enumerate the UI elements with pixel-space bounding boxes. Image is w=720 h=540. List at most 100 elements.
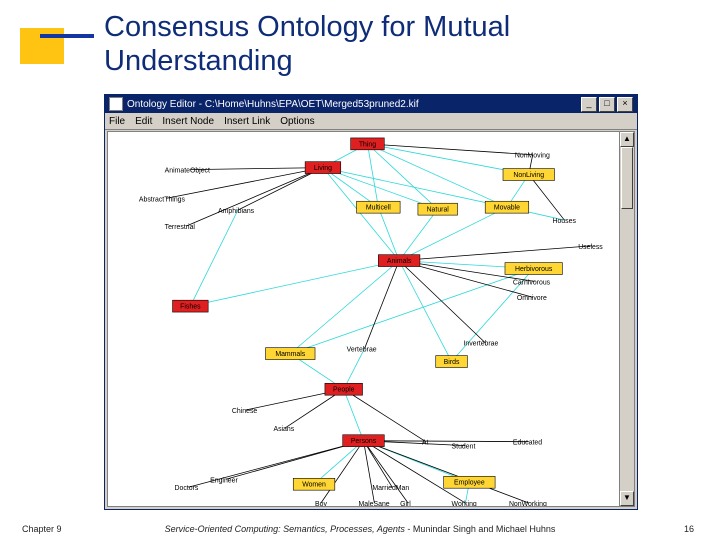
node-engineer[interactable]: Engineer xyxy=(210,477,238,484)
svg-text:Women: Women xyxy=(302,482,326,489)
menu-file[interactable]: File xyxy=(109,116,125,127)
minimize-button[interactable]: _ xyxy=(581,97,597,112)
svg-text:Useless: Useless xyxy=(578,244,603,251)
node-at[interactable]: At xyxy=(422,440,429,447)
node-useless[interactable]: Useless xyxy=(578,244,603,251)
node-vertebrae[interactable]: Vertebrae xyxy=(347,347,377,354)
node-boy[interactable]: Boy xyxy=(315,501,327,506)
menu-insert-link[interactable]: Insert Link xyxy=(224,116,270,127)
node-nonworking[interactable]: NonWorking xyxy=(509,501,547,506)
node-girl[interactable]: Girl xyxy=(400,501,411,506)
ontology-graph: Thing Living NonLiving NonMoving AnimateObje… xyxy=(108,132,620,506)
scroll-thumb[interactable] xyxy=(621,147,633,209)
svg-text:Invertebrae: Invertebrae xyxy=(463,341,498,348)
node-thing[interactable]: Thing xyxy=(351,138,385,150)
node-persons[interactable]: Persons xyxy=(343,435,385,447)
node-multicell[interactable]: Multicell xyxy=(357,201,401,213)
footer-authors: - Munindar Singh and Michael Huhns xyxy=(405,524,556,534)
svg-text:Asians: Asians xyxy=(273,426,294,433)
svg-text:Working: Working xyxy=(452,501,477,506)
svg-text:Movable: Movable xyxy=(494,205,520,212)
svg-text:Engineer: Engineer xyxy=(210,477,238,484)
node-student[interactable]: Student xyxy=(452,444,476,451)
svg-text:NonLiving: NonLiving xyxy=(513,172,544,179)
svg-text:Chinese: Chinese xyxy=(232,408,257,415)
node-living[interactable]: Living xyxy=(305,162,341,174)
svg-text:Boy: Boy xyxy=(315,501,327,506)
node-animals[interactable]: Animals xyxy=(378,255,420,267)
node-educated[interactable]: Educated xyxy=(513,440,542,447)
titlebar: Ontology Editor - C:\Home\Huhns\EPA\OET\… xyxy=(105,95,637,113)
svg-text:Birds: Birds xyxy=(444,359,460,366)
node-fishes[interactable]: Fishes xyxy=(173,300,209,312)
node-working[interactable]: Working xyxy=(452,501,477,506)
svg-text:Fishes: Fishes xyxy=(180,304,201,311)
node-movable[interactable]: Movable xyxy=(485,201,529,213)
svg-text:Girl: Girl xyxy=(400,501,411,506)
menu-options[interactable]: Options xyxy=(280,116,314,127)
svg-text:Vertebrae: Vertebrae xyxy=(347,347,377,354)
node-doctors[interactable]: Doctors xyxy=(175,485,199,492)
footer-book: Service-Oriented Computing: Semantics, P… xyxy=(0,524,720,534)
node-employee[interactable]: Employee xyxy=(444,476,495,488)
node-abstractthings[interactable]: AbstractThings xyxy=(139,196,186,203)
node-amphibians[interactable]: Amphibians xyxy=(218,208,255,215)
node-people[interactable]: People xyxy=(325,383,363,395)
svg-text:MarriedMan: MarriedMan xyxy=(372,485,409,492)
accent-bar xyxy=(40,34,94,38)
svg-text:Multicell: Multicell xyxy=(366,205,391,212)
slide-title: Consensus Ontology for Mutual Understand… xyxy=(104,10,664,78)
node-women[interactable]: Women xyxy=(293,478,335,490)
svg-text:Amphibians: Amphibians xyxy=(218,208,255,215)
node-chinese[interactable]: Chinese xyxy=(232,408,257,415)
svg-text:Mammals: Mammals xyxy=(275,351,305,358)
node-mammals[interactable]: Mammals xyxy=(266,348,315,360)
menu-insert-node[interactable]: Insert Node xyxy=(162,116,214,127)
node-asians[interactable]: Asians xyxy=(273,426,294,433)
node-omnivore[interactable]: Omnivore xyxy=(517,295,547,302)
node-terrestrial[interactable]: Terrestrial xyxy=(165,224,196,231)
svg-text:Student: Student xyxy=(452,444,476,451)
node-invertebrae[interactable]: Invertebrae xyxy=(463,341,498,348)
svg-text:Houses: Houses xyxy=(552,218,576,225)
svg-text:Living: Living xyxy=(314,165,332,172)
svg-text:At: At xyxy=(422,440,429,447)
node-malesane[interactable]: MaleSane xyxy=(359,501,390,506)
svg-text:Employee: Employee xyxy=(454,480,485,487)
close-button[interactable]: × xyxy=(617,97,633,112)
svg-text:NonMoving: NonMoving xyxy=(515,153,550,160)
node-nonliving[interactable]: NonLiving xyxy=(503,169,554,181)
svg-text:Doctors: Doctors xyxy=(175,485,199,492)
app-icon xyxy=(109,97,123,111)
graph-canvas[interactable]: Thing Living NonLiving NonMoving AnimateObje… xyxy=(107,131,621,507)
svg-text:Thing: Thing xyxy=(359,141,376,148)
vertical-scrollbar[interactable]: ▲ ▼ xyxy=(619,131,635,507)
node-animateobject[interactable]: AnimateObject xyxy=(165,168,210,175)
svg-text:MaleSane: MaleSane xyxy=(359,501,390,506)
footer-page: 16 xyxy=(684,524,694,534)
svg-text:Animals: Animals xyxy=(387,258,412,265)
ontology-editor-window: Ontology Editor - C:\Home\Huhns\EPA\OET\… xyxy=(104,94,638,510)
svg-text:Persons: Persons xyxy=(351,438,377,445)
node-carnivorous[interactable]: Carnivorous xyxy=(513,279,551,286)
svg-text:Omnivore: Omnivore xyxy=(517,295,547,302)
maximize-button[interactable]: □ xyxy=(599,97,615,112)
svg-text:Natural: Natural xyxy=(427,207,450,214)
node-houses[interactable]: Houses xyxy=(552,218,576,225)
svg-text:AnimateObject: AnimateObject xyxy=(165,168,210,175)
svg-text:Carnivorous: Carnivorous xyxy=(513,279,551,286)
svg-text:Herbivorous: Herbivorous xyxy=(515,266,553,273)
scroll-up-button[interactable]: ▲ xyxy=(620,132,634,147)
footer-book-title: Service-Oriented Computing: Semantics, P… xyxy=(165,524,405,534)
node-birds[interactable]: Birds xyxy=(436,356,468,368)
node-marriedman[interactable]: MarriedMan xyxy=(372,485,409,492)
menu-edit[interactable]: Edit xyxy=(135,116,152,127)
svg-text:NonWorking: NonWorking xyxy=(509,501,547,506)
scroll-down-button[interactable]: ▼ xyxy=(620,491,634,506)
svg-text:AbstractThings: AbstractThings xyxy=(139,196,186,203)
menubar: File Edit Insert Node Insert Link Option… xyxy=(105,113,637,130)
svg-text:People: People xyxy=(333,387,355,394)
node-herbivorous[interactable]: Herbivorous xyxy=(505,263,562,275)
node-natural[interactable]: Natural xyxy=(418,203,458,215)
node-nonmoving[interactable]: NonMoving xyxy=(515,153,550,160)
